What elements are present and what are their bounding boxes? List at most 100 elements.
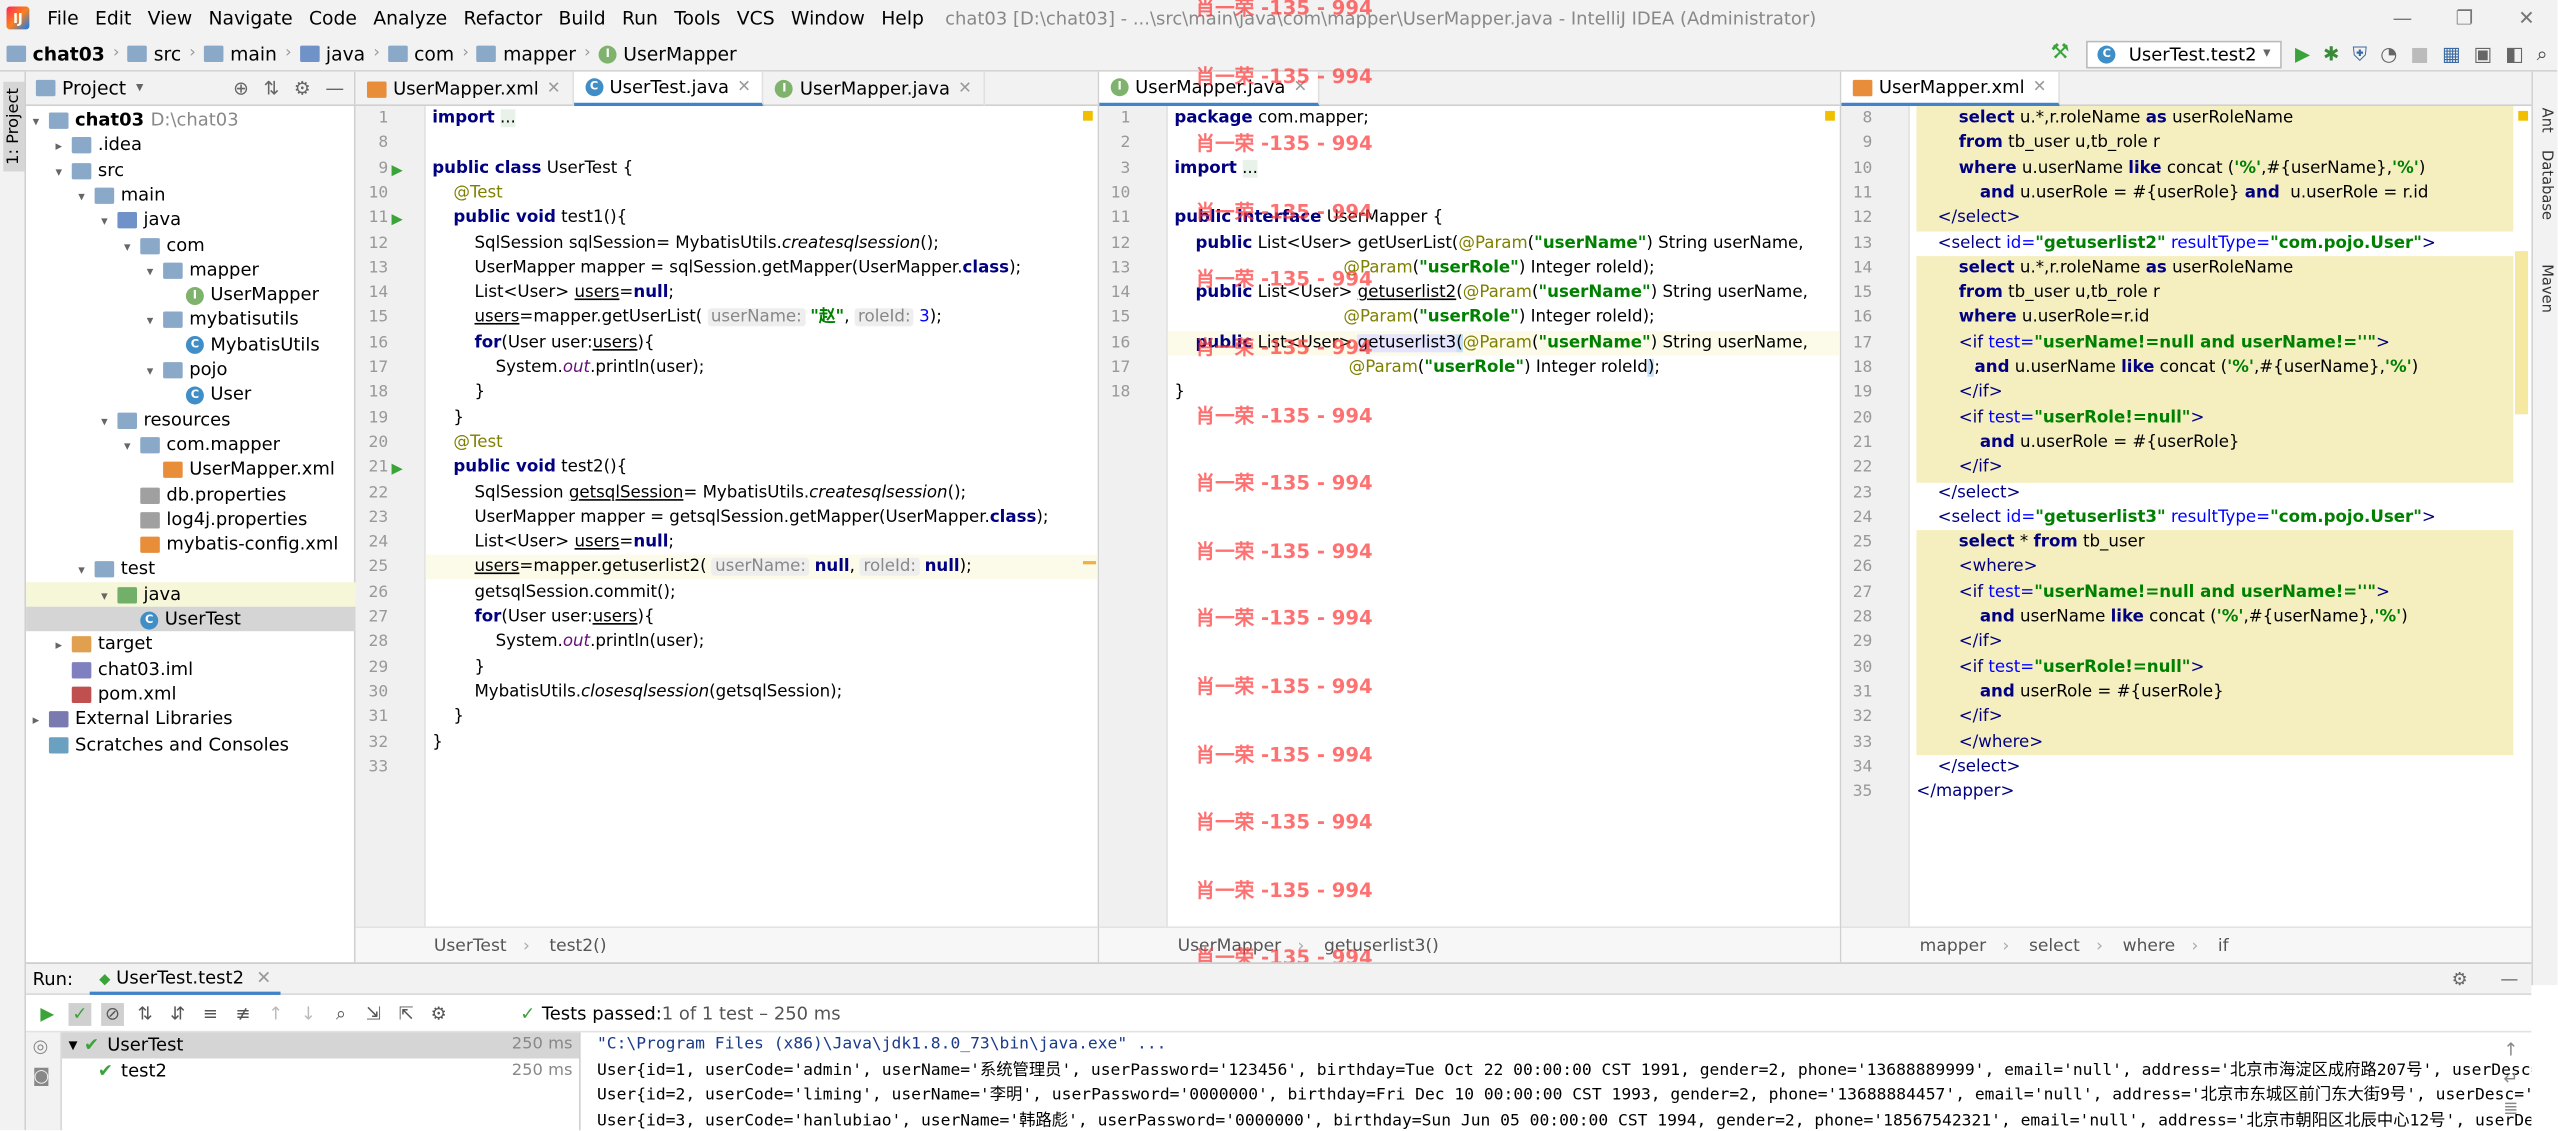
test-item-test2[interactable]: ✔ test2 250 ms	[62, 1058, 579, 1083]
tree-item-java[interactable]: ▾ java	[26, 207, 355, 232]
editor-tab-usertest-java[interactable]: C UserTest.java ✕	[573, 71, 764, 107]
maximize-icon[interactable]: ❐	[2433, 0, 2495, 36]
expand-arrow-icon[interactable]: ▾	[69, 1032, 78, 1057]
close-tab-icon[interactable]: ✕	[958, 80, 972, 98]
collapse-all-icon[interactable]: ⇅	[263, 77, 279, 100]
pin-icon[interactable]: ◎	[33, 1036, 49, 1057]
print-icon[interactable]: ≣	[2503, 1098, 2518, 1119]
close-icon[interactable]: ✕	[256, 966, 271, 987]
expand-arrow-icon[interactable]: ▾	[101, 583, 117, 608]
editor-breadcrumb-item[interactable]: UserTest	[434, 935, 507, 955]
collapse-all-icon[interactable]: ≢	[232, 1002, 255, 1025]
menu-item-code[interactable]: Code	[301, 0, 365, 36]
chevron-down-icon[interactable]: ▾	[136, 80, 143, 96]
breadcrumb-item[interactable]: main	[203, 42, 277, 64]
gear-icon[interactable]: ⚙	[294, 77, 311, 100]
search-everywhere-icon[interactable]: ⌕	[2537, 42, 2548, 66]
tree-item-pojo[interactable]: ▾ pojo	[26, 357, 355, 382]
menu-item-navigate[interactable]: Navigate	[200, 0, 300, 36]
expand-arrow-icon[interactable]: ▾	[101, 409, 117, 434]
expand-arrow-icon[interactable]: ▸	[55, 134, 71, 159]
expand-arrow-icon[interactable]: ▾	[78, 184, 94, 209]
tree-item-com[interactable]: ▾ com	[26, 232, 355, 257]
project-structure-icon[interactable]: ▦	[2442, 42, 2461, 65]
hide-icon[interactable]: —	[2500, 968, 2531, 989]
database-tool-button[interactable]: Database	[2538, 150, 2554, 220]
test-item-usertest[interactable]: ▾ ✔ UserTest 250 ms	[61, 1032, 580, 1058]
menu-item-vcs[interactable]: VCS	[729, 0, 783, 36]
breadcrumb-item[interactable]: chat03	[6, 42, 105, 64]
coverage-icon[interactable]: ⛨	[2353, 42, 2368, 66]
tree-item-user[interactable]: C User	[26, 382, 355, 407]
tree-item-usertest[interactable]: C UserTest	[26, 606, 356, 632]
expand-arrow-icon[interactable]: ▾	[124, 434, 140, 459]
editor-breadcrumb-item[interactable]: select	[2029, 935, 2080, 955]
close-icon[interactable]: ✕	[2495, 0, 2557, 36]
breadcrumb-item[interactable]: mapper	[477, 42, 576, 64]
rerun-icon[interactable]: ▶	[36, 1002, 59, 1025]
menu-item-window[interactable]: Window	[783, 0, 873, 36]
maven-tool-button[interactable]: Maven	[2538, 264, 2554, 313]
expand-all-icon[interactable]: ≡	[199, 1002, 222, 1025]
project-tool-button[interactable]: 1: Project	[3, 81, 25, 172]
breadcrumb-item[interactable]: java	[299, 42, 365, 64]
tree-item-target[interactable]: ▸ target	[26, 632, 355, 657]
tree-item-com-mapper[interactable]: ▾ com.mapper	[26, 432, 355, 457]
show-passed-icon[interactable]: ✓	[68, 1002, 92, 1026]
run-gutter-icon[interactable]: ▶	[391, 462, 402, 478]
locate-icon[interactable]: ⊕	[233, 77, 249, 100]
tree-item-scratches-and-consoles[interactable]: Scratches and Consoles	[26, 732, 355, 757]
tree-item-java[interactable]: ▾ java	[26, 581, 356, 608]
arrow-down-icon[interactable]: ↓	[297, 1002, 320, 1025]
tree-item-main[interactable]: ▾ main	[26, 182, 355, 207]
tree-item-mybatis-config-xml[interactable]: mybatis-config.xml	[26, 532, 355, 557]
breadcrumb-item[interactable]: I UserMapper	[598, 42, 737, 64]
console-output[interactable]: "C:\Program Files (x86)\Java\jdk1.8.0_73…	[584, 1032, 2531, 1130]
close-tab-icon[interactable]: ✕	[737, 78, 751, 96]
hammer-build-icon[interactable]: ⚒	[2050, 42, 2073, 65]
search-icon[interactable]: ⌕	[329, 1002, 352, 1025]
expand-arrow-icon[interactable]: ▸	[55, 633, 71, 658]
tree-item-src[interactable]: ▾ src	[26, 158, 355, 183]
close-tab-icon[interactable]: ✕	[547, 80, 561, 98]
tree-item--idea[interactable]: ▸ .idea	[26, 133, 355, 158]
editor-breadcrumb-item[interactable]: if	[2218, 935, 2229, 955]
expand-arrow-icon[interactable]: ▾	[78, 558, 94, 583]
menu-item-analyze[interactable]: Analyze	[365, 0, 455, 36]
menu-item-edit[interactable]: Edit	[87, 0, 140, 36]
menu-item-build[interactable]: Build	[550, 0, 613, 36]
soft-wrap-icon[interactable]: ↵	[2503, 1068, 2518, 1089]
menu-item-view[interactable]: View	[140, 0, 201, 36]
sort-alpha-icon[interactable]: ⇅	[134, 1002, 157, 1025]
editor-tab-usermapper-java[interactable]: I UserMapper.java ✕	[764, 71, 985, 107]
tree-item-usermapper[interactable]: I UserMapper	[26, 282, 355, 307]
menu-item-run[interactable]: Run	[614, 0, 666, 36]
arrow-up-icon[interactable]: ↑	[264, 1002, 287, 1025]
tree-item-usermapper-xml[interactable]: UserMapper.xml	[26, 457, 355, 482]
settings-icon[interactable]: ⚙	[427, 1002, 450, 1025]
tree-item-test[interactable]: ▾ test	[26, 557, 355, 582]
debug-icon[interactable]: ✱	[2323, 42, 2339, 65]
menu-item-tools[interactable]: Tools	[666, 0, 729, 36]
hide-icon[interactable]: —	[325, 77, 344, 100]
expand-arrow-icon[interactable]: ▾	[101, 209, 117, 234]
editor-breadcrumb-item[interactable]: where	[2123, 935, 2176, 955]
gear-icon[interactable]: ⚙	[2452, 968, 2501, 989]
tree-item-pom-xml[interactable]: pom.xml	[26, 682, 355, 707]
expand-arrow-icon[interactable]: ▾	[147, 309, 163, 334]
editor-tab-usermapper-java[interactable]: I UserMapper.java ✕	[1099, 71, 1321, 107]
menu-item-file[interactable]: File	[39, 0, 87, 36]
run-gutter-icon[interactable]: ▶	[391, 163, 402, 179]
close-tab-icon[interactable]: ✕	[1294, 78, 1308, 96]
run-icon[interactable]: ▶	[2295, 42, 2310, 65]
expand-arrow-icon[interactable]: ▾	[33, 109, 49, 134]
profile-icon[interactable]: ◔	[2380, 42, 2397, 65]
menu-item-help[interactable]: Help	[873, 0, 932, 36]
editor-breadcrumb-item[interactable]: mapper	[1920, 935, 1987, 955]
expand-arrow-icon[interactable]: ▾	[55, 159, 71, 184]
scroll-up-icon[interactable]: ↑	[2503, 1039, 2518, 1060]
run-tab[interactable]: ◆ UserTest.test2 ✕	[89, 963, 282, 995]
stop-icon[interactable]: ■	[2410, 42, 2429, 65]
editor-breadcrumb-item[interactable]: test2()	[549, 935, 606, 955]
tree-item-log4j-properties[interactable]: log4j.properties	[26, 507, 355, 532]
